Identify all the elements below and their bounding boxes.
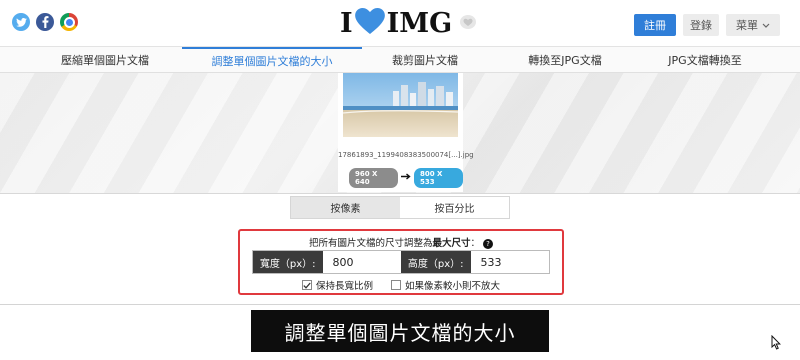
height-label: 高度（px）:	[401, 251, 471, 273]
mode-pixels-button[interactable]: 按像素	[291, 197, 400, 218]
divider	[0, 304, 800, 305]
resize-submit-button[interactable]: 調整單個圖片文檔的大小	[251, 310, 549, 352]
arrow-right-icon	[401, 173, 411, 183]
logo-text-right: IMG	[386, 7, 453, 39]
width-input[interactable]: 800	[322, 251, 401, 273]
keep-ratio-option[interactable]: 保持長寬比例	[302, 278, 373, 292]
heart-icon	[354, 8, 385, 38]
no-upscale-label: 如果像素較小則不放大	[405, 281, 501, 292]
mouse-cursor-icon	[771, 334, 781, 354]
tab-compress[interactable]: 壓縮單個圖片文檔	[40, 47, 170, 73]
heart-badge-icon	[460, 14, 477, 33]
height-input[interactable]: 533	[470, 251, 549, 273]
dimension-badges: 960 X 640 800 X 533	[349, 168, 463, 188]
width-label: 寬度（px）:	[253, 251, 323, 273]
tool-nav: 壓縮單個圖片文檔 調整單個圖片文檔的大小 裁剪圖片文檔 轉換至JPG文檔 JPG…	[0, 47, 800, 73]
instruction-colon: ：	[470, 238, 480, 249]
tab-crop[interactable]: 裁剪圖片文檔	[370, 47, 480, 73]
keep-ratio-label: 保持長寬比例	[316, 281, 374, 292]
instruction-text: 把所有圖片文檔的尺寸調整為	[308, 238, 433, 249]
no-upscale-checkbox[interactable]	[391, 280, 402, 290]
chevron-down-icon	[762, 19, 770, 32]
image-thumbnail	[343, 73, 458, 137]
resize-options-panel: 把所有圖片文檔的尺寸調整為最大尺寸： ? 寬度（px）: 800 高度（px）:…	[238, 229, 564, 295]
facebook-icon[interactable]	[36, 13, 54, 31]
mode-percent-button[interactable]: 按百分比	[400, 197, 509, 218]
instruction-emphasis: 最大尺寸	[432, 238, 471, 249]
logo-text-left: I	[340, 7, 353, 39]
tab-resize[interactable]: 調整單個圖片文檔的大小	[182, 47, 362, 73]
dimension-inputs: 寬度（px）: 800 高度（px）: 533	[252, 250, 550, 274]
register-button[interactable]: 註冊	[634, 14, 676, 36]
resize-instruction: 把所有圖片文檔的尺寸調整為最大尺寸： ?	[240, 235, 562, 249]
new-size-badge: 800 X 533	[414, 168, 463, 188]
no-upscale-option[interactable]: 如果像素較小則不放大	[391, 278, 500, 292]
social-links	[12, 13, 78, 31]
site-logo[interactable]: I IMG	[340, 7, 477, 39]
twitter-icon[interactable]	[12, 13, 30, 31]
original-size-badge: 960 X 640	[349, 168, 398, 188]
menu-label: 菜單	[736, 19, 758, 32]
top-header: I IMG 註冊 登錄 菜單	[0, 0, 800, 47]
image-card: 17861893_1199408383500074[...].jpg 960 X…	[338, 73, 474, 192]
login-button[interactable]: 登錄	[683, 14, 719, 36]
help-icon[interactable]: ?	[483, 238, 494, 249]
divider	[0, 193, 800, 194]
resize-mode-toggle: 按像素 按百分比	[290, 196, 510, 219]
chrome-icon[interactable]	[60, 13, 78, 31]
keep-ratio-checkbox[interactable]	[302, 280, 312, 290]
tab-convert-to-jpg[interactable]: 轉換至JPG文檔	[500, 47, 630, 73]
file-name: 17861893_1199408383500074[...].jpg	[338, 151, 474, 159]
menu-button[interactable]: 菜單	[726, 14, 780, 36]
tab-convert-from-jpg[interactable]: JPG文檔轉換至	[650, 47, 760, 73]
resize-checkboxes: 保持長寬比例 如果像素較小則不放大	[302, 278, 500, 292]
